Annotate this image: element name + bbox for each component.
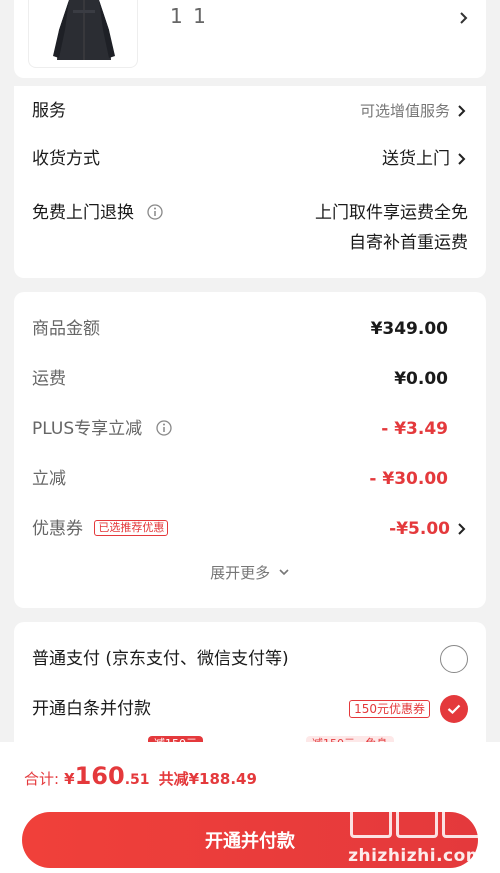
total-summary: 合计: ¥160.51 共减¥188.49 [24,762,257,790]
check-icon [447,704,461,714]
watermark-text: zhizhizhi.com [348,846,484,866]
normal-pay-label: 普通支付 (京东支付、微信支付等) [32,649,289,669]
service-row[interactable]: 服务 可选增值服务 [32,96,468,126]
plus-discount-label: PLUS专享立减 [32,419,143,439]
expand-more-button[interactable]: 展开更多 [14,562,486,583]
coupon-label-wrap: 优惠券 已选推荐优惠 [32,514,169,544]
chevron-down-icon [279,569,289,576]
returns-line1: 上门取件享运费全免 [315,203,468,223]
normal-pay-row[interactable]: 普通支付 (京东支付、微信支付等) [32,644,468,674]
normal-pay-radio[interactable] [440,645,468,673]
chevron-right-icon[interactable] [458,10,468,29]
goods-amount-row: 商品金额 ¥349.00 [32,314,468,344]
total-label: 合计: [24,770,60,788]
chevron-right-icon [454,104,468,118]
delivery-row[interactable]: 收货方式 送货上门 [32,144,468,174]
watermark-logo [350,796,486,844]
product-quantity: 1 1 [170,4,208,28]
watermark-logo-char [442,796,484,838]
plus-discount-row: PLUS专享立减 - ¥3.49 [32,414,468,444]
service-label: 服务 [32,101,66,121]
coupon-value: -¥5.00 [389,519,450,539]
baitiao-pay-row[interactable]: 开通白条并付款 150元优惠券 [32,694,468,724]
instant-discount-value: - ¥30.00 [369,469,448,489]
product-card[interactable]: 1 1 [14,0,486,78]
baitiao-coupon-tag: 150元优惠券 [349,700,430,718]
product-thumbnail[interactable] [28,0,138,68]
coupon-row[interactable]: 优惠券 已选推荐优惠 -¥5.00 [32,514,468,544]
watermark-logo-char [350,796,392,838]
freight-row: 运费 ¥0.00 [32,364,468,394]
pricing-card: 商品金额 ¥349.00 运费 ¥0.00 PLUS专享立减 - ¥3.49 立… [14,292,486,608]
delivery-label: 收货方式 [32,149,100,169]
plus-discount-value: - ¥3.49 [381,419,448,439]
total-currency: ¥ [64,770,75,788]
jacket-image [53,0,115,60]
returns-label-wrap: 免费上门退换 [32,198,164,228]
payment-card: 普通支付 (京东支付、微信支付等) 开通白条并付款 150元优惠券 减150元 … [14,622,486,762]
returns-label: 免费上门退换 [32,203,134,223]
goods-amount-label: 商品金额 [32,319,100,339]
info-icon[interactable] [147,204,164,220]
watermark-logo-char [396,796,438,838]
chevron-right-icon [454,152,468,166]
total-saved: 共减¥188.49 [158,770,257,788]
pay-button-label: 开通并付款 [205,831,295,852]
expand-more-label: 展开更多 [210,564,271,582]
plus-discount-label-wrap: PLUS专享立减 [32,414,172,444]
freight-value: ¥0.00 [394,369,448,389]
chevron-right-icon [454,522,468,536]
delivery-value: 送货上门 [382,149,450,169]
total-integer: 160 [74,762,125,790]
instant-discount-label: 立减 [32,469,66,489]
services-card: 服务 可选增值服务 收货方式 送货上门 免费上门退换 上门取件享运费全免 自寄补… [14,86,486,278]
baitiao-pay-label: 开通白条并付款 [32,699,151,719]
info-icon[interactable] [155,420,172,436]
total-decimal: .51 [124,772,150,788]
freight-label: 运费 [32,369,66,389]
returns-row: 免费上门退换 上门取件享运费全免 自寄补首重运费 [32,198,468,258]
coupon-tag: 已选推荐优惠 [94,520,169,536]
returns-line2: 自寄补首重运费 [349,233,468,253]
instant-discount-row: 立减 - ¥30.00 [32,464,468,494]
service-value: 可选增值服务 [359,102,450,120]
coupon-label: 优惠券 [32,519,83,539]
baitiao-pay-radio-checked[interactable] [440,695,468,723]
goods-amount-value: ¥349.00 [370,319,448,339]
